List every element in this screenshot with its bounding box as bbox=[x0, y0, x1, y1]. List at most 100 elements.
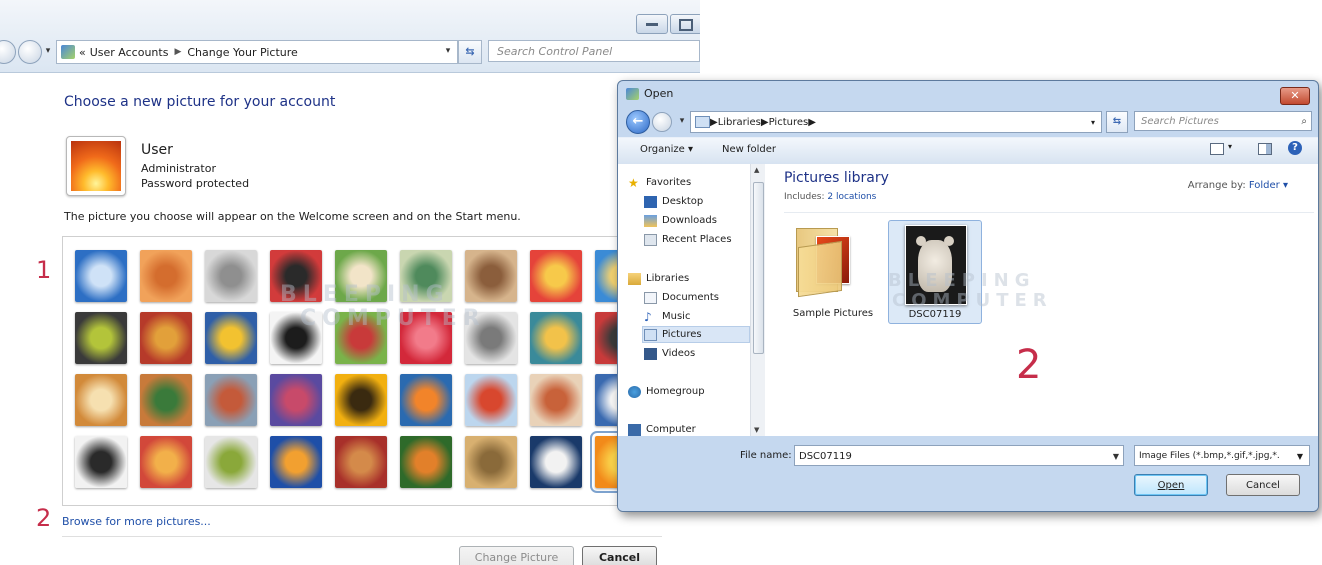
back-arrow-icon[interactable]: ← bbox=[626, 110, 650, 134]
picture-fish[interactable] bbox=[400, 374, 452, 426]
file-item-sample-pictures[interactable]: Sample Pictures bbox=[786, 220, 880, 324]
maximize-button[interactable] bbox=[670, 14, 700, 34]
picture-patterned-rug[interactable] bbox=[335, 436, 387, 488]
address-dropdown-icon[interactable]: ▾ bbox=[1091, 118, 1095, 127]
forward-button[interactable] bbox=[18, 40, 42, 64]
organize-menu[interactable]: Organize ▾ bbox=[640, 144, 693, 155]
downloads-icon bbox=[644, 214, 657, 227]
recent-locations-dropdown[interactable]: ▾ bbox=[674, 111, 690, 131]
refresh-icon[interactable]: ⇆ bbox=[1106, 111, 1128, 133]
picture-hot-air-balloon[interactable] bbox=[465, 374, 517, 426]
search-pictures-input[interactable]: Search Pictures ⌕ bbox=[1134, 111, 1312, 131]
videos-icon bbox=[644, 347, 657, 360]
picture-fabric[interactable] bbox=[270, 374, 322, 426]
search-icon[interactable]: ⌕ bbox=[1301, 112, 1307, 132]
breadcrumb-libraries[interactable]: Libraries bbox=[718, 117, 761, 128]
nav-label: Desktop bbox=[662, 196, 704, 207]
picture-robot-figure[interactable] bbox=[205, 374, 257, 426]
picture-books[interactable] bbox=[140, 312, 192, 364]
picture-shell[interactable] bbox=[465, 436, 517, 488]
file-name-input[interactable]: DSC07119 ▼ bbox=[794, 445, 1124, 466]
new-folder-button[interactable]: New folder bbox=[722, 144, 776, 155]
forward-arrow-icon[interactable] bbox=[652, 112, 672, 132]
picture-ferris-wheel[interactable] bbox=[75, 250, 127, 302]
minimize-button[interactable] bbox=[636, 14, 668, 34]
pictures-icon bbox=[644, 328, 657, 341]
nav-homegroup[interactable]: Homegroup bbox=[628, 383, 705, 400]
computer-icon bbox=[628, 423, 641, 436]
nav-downloads[interactable]: Downloads bbox=[644, 212, 717, 229]
dialog-address-bar[interactable]: ▶ Libraries ▶ Pictures ▶ ▾ bbox=[690, 111, 1102, 133]
picture-toy-face[interactable] bbox=[530, 374, 582, 426]
search-placeholder: Search Pictures bbox=[1141, 116, 1219, 127]
nav-label: Favorites bbox=[646, 177, 692, 188]
search-control-panel-input[interactable]: Search Control Panel bbox=[488, 40, 700, 62]
close-icon[interactable]: ✕ bbox=[1280, 87, 1310, 105]
divider bbox=[62, 536, 662, 537]
nav-favorites[interactable]: ★ Favorites bbox=[628, 174, 691, 191]
back-button[interactable] bbox=[0, 40, 16, 64]
picture-red-flower[interactable] bbox=[530, 250, 582, 302]
change-view-icon[interactable] bbox=[1210, 143, 1224, 155]
file-type-select[interactable]: Image Files (*.bmp,*.gif,*.jpg,*. ▼ bbox=[1134, 445, 1310, 466]
includes-locations-link[interactable]: 2 locations bbox=[827, 192, 876, 202]
nav-pictures[interactable]: Pictures bbox=[642, 326, 750, 343]
nav-desktop[interactable]: Desktop bbox=[644, 193, 703, 210]
file-type-dropdown-icon[interactable]: ▼ bbox=[1293, 446, 1307, 465]
picture-lighthouse[interactable] bbox=[530, 436, 582, 488]
nav-label: Computer bbox=[646, 424, 696, 435]
nav-videos[interactable]: Videos bbox=[644, 345, 695, 362]
address-dropdown-icon[interactable]: ▾ bbox=[440, 40, 456, 62]
scroll-down-icon[interactable]: ▼ bbox=[754, 426, 759, 434]
picture-stairs[interactable] bbox=[530, 312, 582, 364]
breadcrumb-separator-icon[interactable]: ▶ bbox=[710, 117, 718, 128]
user-password-status: Password protected bbox=[141, 177, 250, 190]
file-type-value: Image Files (*.bmp,*.gif,*.jpg,*. bbox=[1139, 451, 1280, 461]
nav-recent-places[interactable]: Recent Places bbox=[644, 231, 732, 248]
nav-scrollbar[interactable]: ▲ ▼ bbox=[750, 164, 765, 436]
nav-music[interactable]: ♪ Music bbox=[644, 308, 690, 325]
scrollbar-thumb[interactable] bbox=[753, 182, 764, 354]
nav-label: Downloads bbox=[662, 215, 717, 226]
nav-documents[interactable]: Documents bbox=[644, 289, 719, 306]
picture-marbles[interactable] bbox=[205, 436, 257, 488]
current-user-picture bbox=[66, 136, 126, 196]
breadcrumb-overflow[interactable]: « bbox=[79, 46, 86, 59]
watermark-line2: COMPUTER bbox=[300, 306, 486, 331]
view-dropdown-icon[interactable]: ▾ bbox=[1228, 142, 1232, 151]
file-name-dropdown-icon[interactable]: ▼ bbox=[1113, 446, 1119, 467]
dialog-cancel-button[interactable]: Cancel bbox=[1226, 474, 1300, 496]
picture-green-ball[interactable] bbox=[75, 312, 127, 364]
breadcrumb-separator-icon[interactable]: ▶ bbox=[174, 47, 181, 57]
help-icon[interactable]: ? bbox=[1288, 141, 1302, 155]
picture-robot-toy[interactable] bbox=[205, 250, 257, 302]
picture-window[interactable] bbox=[270, 436, 322, 488]
picture-butterfly[interactable] bbox=[400, 436, 452, 488]
refresh-icon[interactable]: ⇆ bbox=[458, 40, 482, 64]
cancel-button[interactable]: Cancel bbox=[582, 546, 657, 565]
open-button[interactable]: Open bbox=[1134, 474, 1208, 496]
nav-libraries[interactable]: Libraries bbox=[628, 270, 689, 287]
picture-pomeranian[interactable] bbox=[140, 374, 192, 426]
breadcrumb-change-your-picture[interactable]: Change Your Picture bbox=[187, 46, 297, 59]
picture-guitar[interactable] bbox=[75, 374, 127, 426]
breadcrumb-pictures[interactable]: Pictures bbox=[769, 117, 809, 128]
picture-striped-cloth[interactable] bbox=[140, 436, 192, 488]
arrange-by-dropdown[interactable]: Folder ▾ bbox=[1249, 180, 1288, 191]
breadcrumb-user-accounts[interactable]: User Accounts bbox=[90, 46, 169, 59]
picture-yellow-leaf[interactable] bbox=[205, 312, 257, 364]
step-number-2: 2 bbox=[36, 504, 52, 532]
picture-soccer-ball[interactable] bbox=[75, 436, 127, 488]
scroll-up-icon[interactable]: ▲ bbox=[754, 166, 759, 174]
breadcrumb-separator-icon[interactable]: ▶ bbox=[761, 117, 769, 128]
picture-kitten[interactable] bbox=[465, 250, 517, 302]
recent-pages-dropdown[interactable]: ▾ bbox=[40, 40, 56, 62]
picture-starfish[interactable] bbox=[140, 250, 192, 302]
change-picture-button[interactable]: Change Picture bbox=[459, 546, 574, 565]
browse-more-pictures-link[interactable]: Browse for more pictures... bbox=[62, 515, 211, 528]
breadcrumb-separator-icon[interactable]: ▶ bbox=[808, 117, 816, 128]
address-bar[interactable]: « User Accounts ▶ Change Your Picture bbox=[56, 40, 458, 64]
preview-pane-icon[interactable] bbox=[1258, 143, 1272, 155]
picture-sunflower[interactable] bbox=[335, 374, 387, 426]
file-name-label: File name: bbox=[740, 450, 792, 461]
